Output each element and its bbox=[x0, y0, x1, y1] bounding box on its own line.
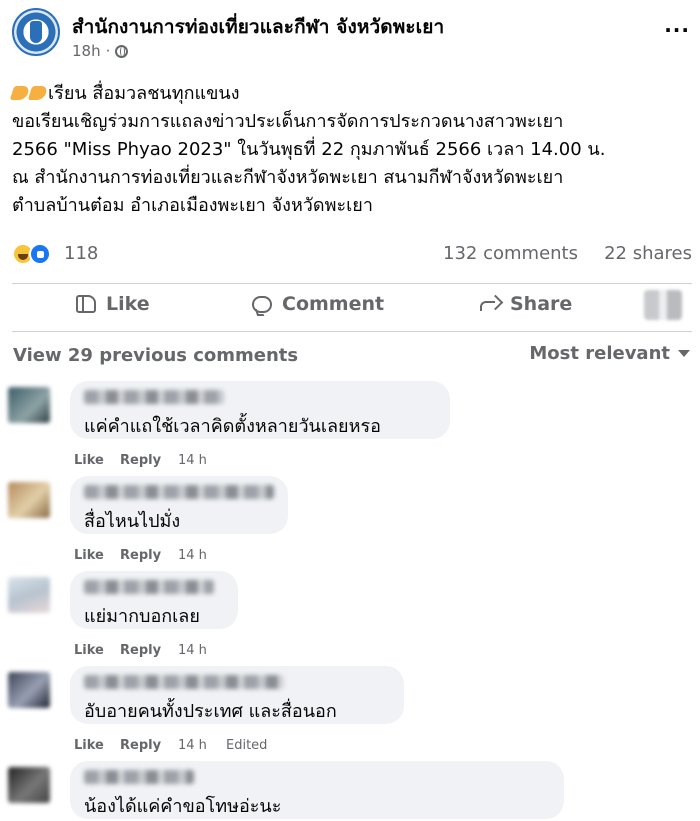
post-body: เรียน สื่อมวลชนทุกแขนง ขอเรียนเชิญร่วมกา… bbox=[9, 80, 692, 220]
post-time[interactable]: 18h bbox=[72, 42, 101, 60]
comment-actions: Like Reply 14 h bbox=[74, 548, 226, 563]
shares-count[interactable]: 22 shares bbox=[604, 243, 692, 264]
comment-like-button[interactable]: Like bbox=[74, 643, 120, 658]
post-line: ขอเรียนเชิญร่วมการแถลงข่าวประเด็นการจัดก… bbox=[12, 111, 564, 132]
caret-down-icon bbox=[678, 350, 690, 357]
comment-actions: Like Reply 14 h bbox=[74, 453, 226, 468]
view-previous-comments-link[interactable]: View 29 previous comments bbox=[13, 345, 298, 366]
commenter-avatar[interactable] bbox=[8, 482, 50, 518]
comment-reply-button[interactable]: Reply bbox=[120, 453, 178, 468]
comment-text: แย่มากบอกเลย bbox=[84, 606, 200, 627]
comment-text: อับอายคนทั้งประเทศ และสื่อนอก bbox=[84, 701, 337, 722]
divider bbox=[12, 331, 692, 332]
comment-reply-button[interactable]: Reply bbox=[120, 548, 178, 563]
comment-time[interactable]: 14 h bbox=[178, 453, 226, 468]
comment-bubble: แย่มากบอกเลย bbox=[70, 571, 238, 629]
comment-actions: Like Reply 14 h Edited bbox=[74, 738, 267, 753]
sort-comments-dropdown[interactable]: Most relevant bbox=[529, 343, 690, 364]
like-label: Like bbox=[106, 293, 150, 315]
page-name[interactable]: สำนักงานการท่องเที่ยวและกีฬา จังหวัดพะเย… bbox=[72, 12, 444, 42]
post-actions: Like Comment Share bbox=[12, 284, 692, 330]
comment-time[interactable]: 14 h bbox=[178, 643, 226, 658]
like-button[interactable]: Like bbox=[76, 293, 150, 315]
meta-dot: · bbox=[105, 42, 111, 60]
commenter-avatar[interactable] bbox=[8, 387, 50, 423]
comment-time[interactable]: 14 h bbox=[178, 548, 226, 563]
comment-like-button[interactable]: Like bbox=[74, 453, 120, 468]
commenter-avatar[interactable] bbox=[8, 767, 50, 803]
comment-text: น้องได้แค่คำขอโทษอ่ะนะ bbox=[84, 796, 282, 817]
share-arrow-icon bbox=[480, 296, 500, 312]
post-line: ตำบลบ้านต๋อม อำเภอเมืองพะเยา จังหวัดพะเย… bbox=[12, 195, 373, 216]
reactions-count[interactable]: 118 bbox=[64, 243, 98, 264]
commenter-name[interactable] bbox=[84, 390, 224, 404]
page-avatar[interactable] bbox=[12, 8, 60, 56]
post-meta: 18h · bbox=[72, 42, 129, 60]
post-line: ณ สำนักงานการท่องเที่ยวและกีฬาจังหวัดพะเ… bbox=[12, 167, 564, 188]
comment-reply-button[interactable]: Reply bbox=[120, 738, 178, 753]
comment-edited-label: Edited bbox=[226, 738, 268, 753]
globe-icon bbox=[115, 44, 129, 58]
comment-text: สื่อไหนไปมั่ง bbox=[84, 511, 181, 532]
comment-label: Comment bbox=[282, 293, 385, 315]
commenter-avatar[interactable] bbox=[8, 672, 50, 708]
comment-button[interactable]: Comment bbox=[252, 293, 384, 315]
comment-reply-button[interactable]: Reply bbox=[120, 643, 178, 658]
commenter-avatar[interactable] bbox=[8, 577, 50, 613]
comment-like-button[interactable]: Like bbox=[74, 548, 120, 563]
share-button[interactable]: Share bbox=[480, 293, 572, 315]
commenter-name[interactable] bbox=[84, 580, 214, 594]
post-line: 2566 "Miss Phyao 2023" ในวันพุธที่ 22 กุ… bbox=[12, 139, 606, 160]
comment-actions: Like Reply 14 h bbox=[74, 643, 226, 658]
comments-count[interactable]: 132 comments bbox=[443, 243, 578, 264]
commenter-name[interactable] bbox=[84, 675, 284, 689]
sort-label: Most relevant bbox=[529, 343, 670, 364]
share-label: Share bbox=[510, 293, 573, 315]
post-stats: 118 132 comments 22 shares bbox=[12, 243, 692, 269]
commenter-name[interactable] bbox=[84, 485, 274, 499]
thumbs-up-icon bbox=[76, 295, 96, 313]
like-reaction-icon bbox=[29, 243, 51, 265]
comment-like-button[interactable]: Like bbox=[74, 738, 120, 753]
speech-bubble-icon bbox=[252, 295, 272, 313]
comment-text: แค่คำแถใช้เวลาคิดตั้งหลายวันเลยหรอ bbox=[84, 416, 381, 437]
clapping-hands-icon bbox=[27, 86, 49, 100]
comment-bubble: สื่อไหนไปมั่ง bbox=[70, 476, 288, 534]
comment-bubble: แค่คำแถใช้เวลาคิดตั้งหลายวันเลยหรอ bbox=[70, 381, 450, 439]
comment-bubble: อับอายคนทั้งประเทศ และสื่อนอก bbox=[70, 666, 404, 724]
post-header: สำนักงานการท่องเที่ยวและกีฬา จังหวัดพะเย… bbox=[12, 8, 692, 66]
post-line: เรียน สื่อมวลชนทุกแขนง bbox=[9, 80, 692, 108]
audience-avatar[interactable] bbox=[644, 290, 682, 320]
commenter-name[interactable] bbox=[84, 770, 194, 784]
comment-bubble: น้องได้แค่คำขอโทษอ่ะนะ bbox=[70, 761, 564, 819]
more-options-button[interactable]: ··· bbox=[664, 18, 690, 42]
comment-time[interactable]: 14 h bbox=[178, 738, 226, 753]
